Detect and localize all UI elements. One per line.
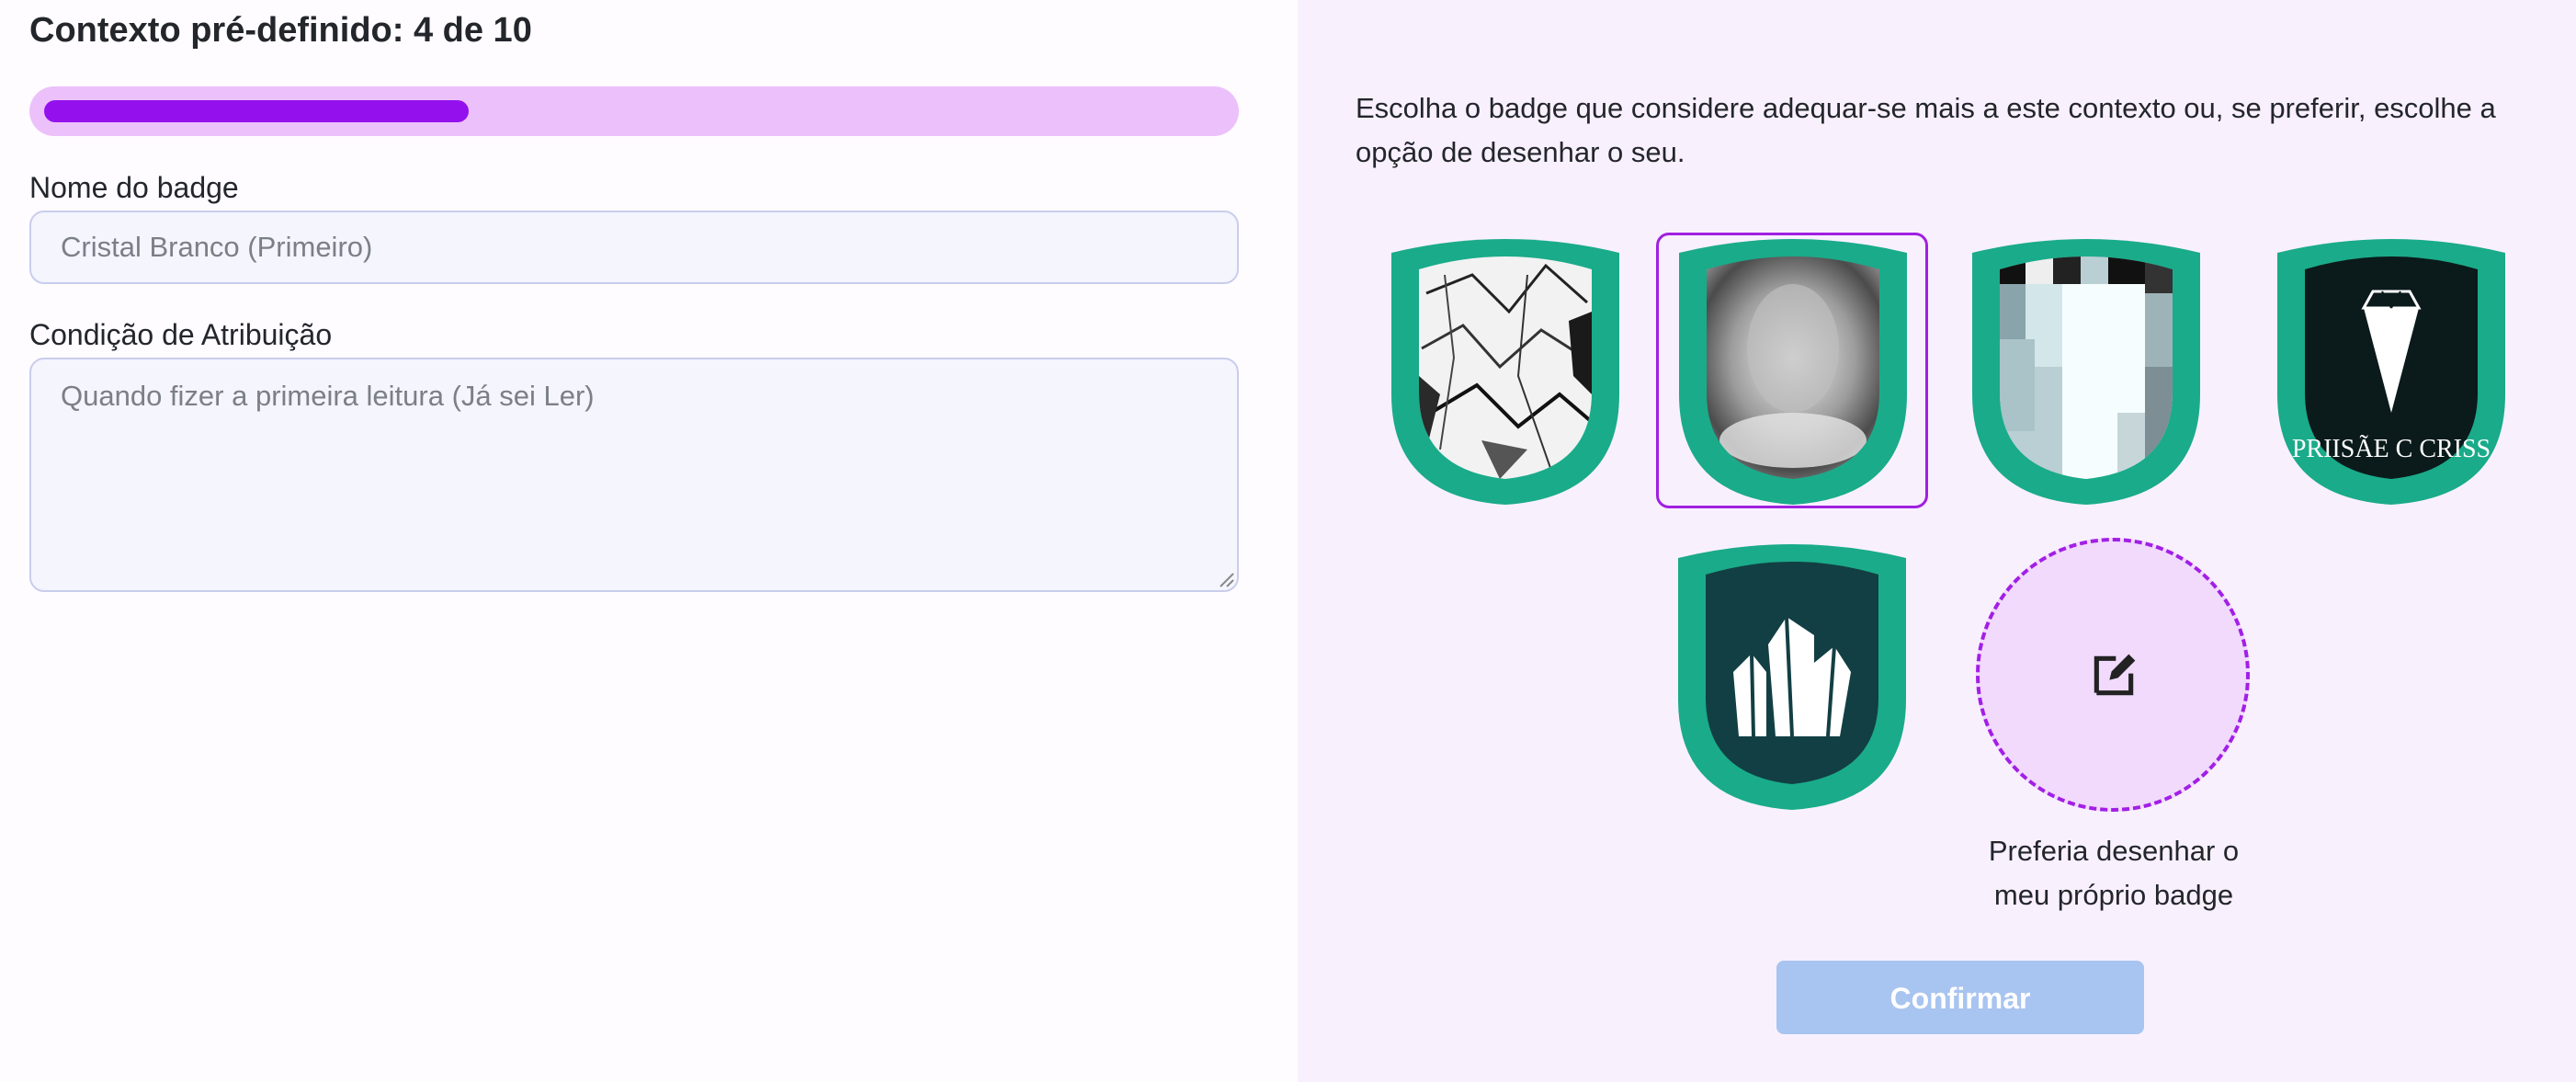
badge-name-field[interactable]: Cristal Branco (Primeiro)	[29, 211, 1239, 284]
badge-option-pixel-crystal[interactable]	[1950, 233, 2222, 508]
draw-own-badge-label: Preferia desenhar o meu próprio badge	[1988, 835, 2240, 911]
condition-textarea[interactable]: Quando fizer a primeira leitura (Já sei …	[29, 358, 1239, 592]
progress-bar	[29, 86, 1239, 136]
crumpled-crystal-badge-icon	[1391, 239, 1619, 505]
resize-grip-icon[interactable]	[1219, 572, 1235, 588]
pixel-crystal-badge-icon	[1972, 239, 2200, 505]
context-form-panel: Contexto pré-definido: 4 de 10 Nome do b…	[0, 0, 1298, 1082]
progress-bar-fill	[44, 100, 469, 122]
badge-option-diamond-logo[interactable]: PRIISÃE C CRISS	[2255, 233, 2527, 508]
badge-logo-text: PRIISÃE C CRISS	[2292, 435, 2491, 463]
condition-label: Condição de Atribuição	[29, 318, 333, 351]
draw-own-badge-option[interactable]	[1976, 538, 2250, 812]
badge-option-crystal-cluster[interactable]	[1656, 538, 1928, 814]
diamond-logo-badge-icon: PRIISÃE C CRISS	[2277, 239, 2505, 505]
edit-icon	[2094, 654, 2136, 696]
chooser-instructions: Escolha o badge que considere adequar-se…	[1356, 92, 2496, 168]
confirm-button[interactable]: Confirmar	[1776, 961, 2144, 1034]
badge-name-label: Nome do badge	[29, 171, 239, 204]
smooth-crystal-badge-icon	[1679, 239, 1907, 505]
page-title: Contexto pré-definido: 4 de 10	[29, 11, 532, 50]
badge-option-smooth-crystal[interactable]	[1656, 233, 1928, 508]
crystal-cluster-badge-icon	[1678, 544, 1906, 810]
badge-option-crumpled-crystal[interactable]	[1369, 233, 1641, 508]
